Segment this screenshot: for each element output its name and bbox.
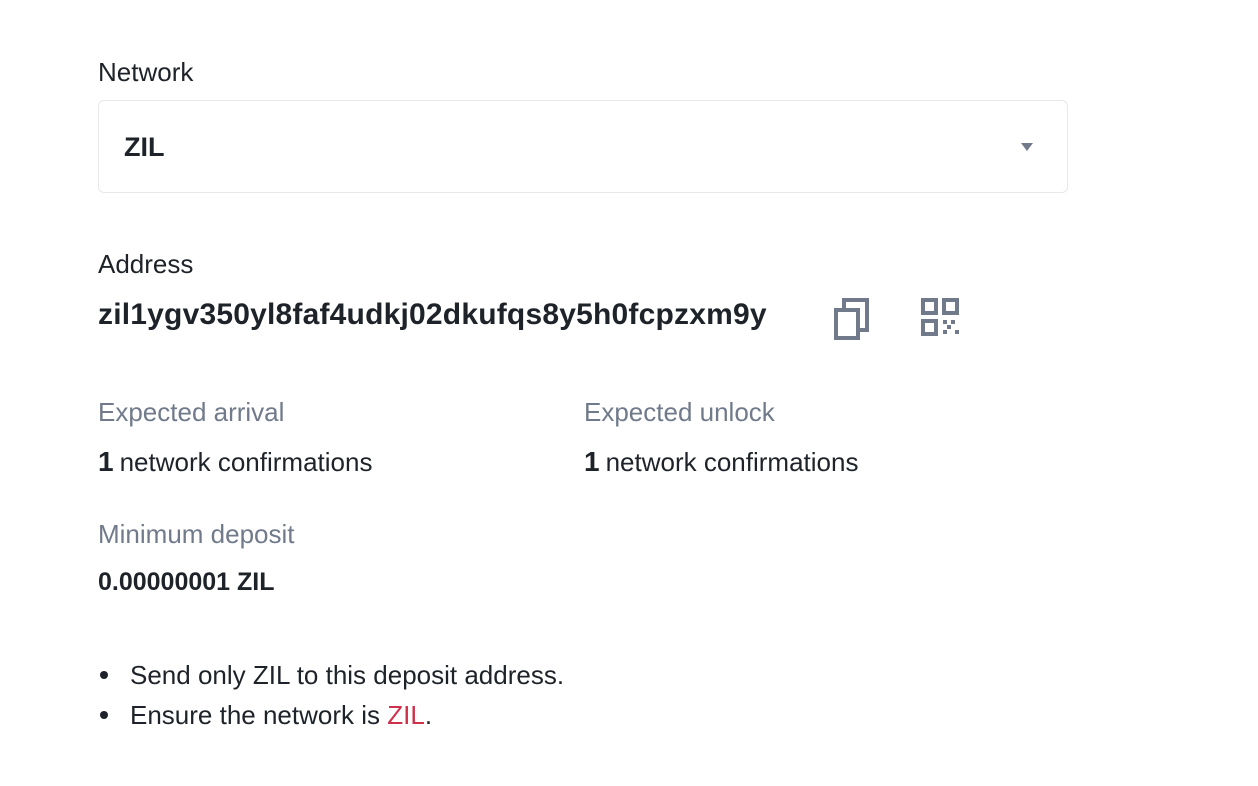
qr-code-icon[interactable] — [920, 297, 960, 337]
deposit-address: zil1ygv350yl8faf4udkj02dkufqs8y5h0fcpzxm… — [98, 298, 767, 331]
bullet-icon — [100, 711, 108, 719]
expected-arrival-value: 1 network confirmations — [98, 448, 372, 476]
note-suffix: . — [424, 700, 433, 730]
note-prefix: Ensure the network is — [130, 700, 388, 730]
note-text: Send only ZIL to this deposit address. — [130, 660, 565, 690]
expected-arrival-label: Expected arrival — [98, 397, 285, 427]
unlock-text: network confirmations — [605, 447, 859, 477]
network-selected-value: ZIL — [124, 132, 165, 162]
unlock-count: 1 — [584, 446, 600, 477]
list-item: Send only ZIL to this deposit address. — [98, 655, 564, 695]
bullet-icon — [100, 671, 108, 679]
minimum-deposit-label: Minimum deposit — [98, 519, 295, 549]
network-highlight: ZIL — [387, 700, 425, 730]
network-select[interactable]: ZIL — [98, 100, 1068, 193]
copy-icon[interactable] — [834, 298, 870, 340]
expected-unlock-label: Expected unlock — [584, 397, 775, 427]
caret-down-icon — [1021, 143, 1033, 151]
list-item: Ensure the network is ZIL. — [98, 695, 564, 735]
address-label: Address — [98, 249, 194, 279]
arrival-count: 1 — [98, 446, 114, 477]
expected-unlock-value: 1 network confirmations — [584, 448, 858, 476]
deposit-notes: Send only ZIL to this deposit address. E… — [98, 655, 564, 735]
deposit-details-panel: Network ZIL Address zil1ygv350yl8faf4udk… — [0, 0, 1258, 786]
arrival-text: network confirmations — [119, 447, 373, 477]
minimum-deposit-value: 0.00000001 ZIL — [98, 568, 275, 596]
network-label: Network — [98, 57, 194, 87]
